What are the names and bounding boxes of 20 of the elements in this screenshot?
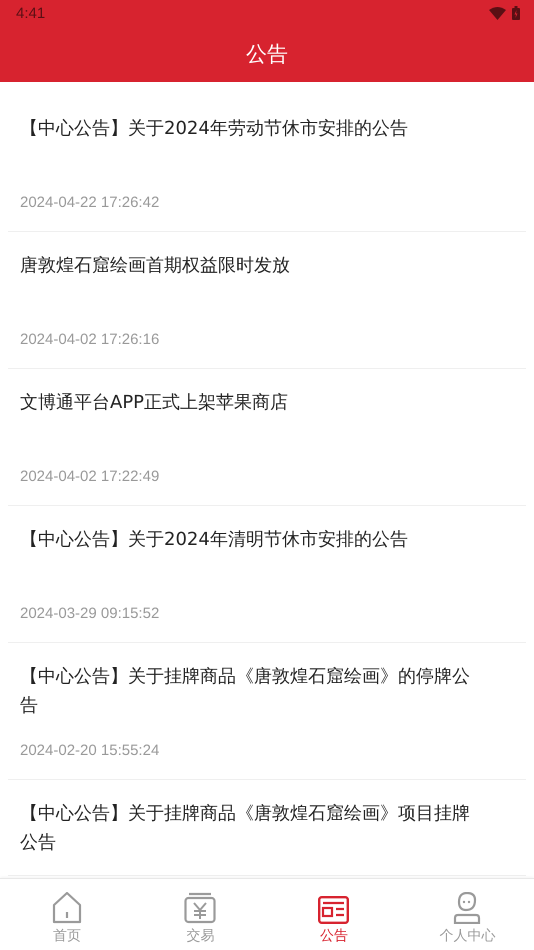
announcement-title[interactable]: 【中心公告】关于挂牌商品《唐敦煌石窟绘画》项目挂牌公告 xyxy=(20,799,480,857)
announcement-title[interactable]: 【中心公告】关于2024年劳动节休市安排的公告 xyxy=(20,114,480,172)
announcement-date: 2024-04-22 17:26:42 xyxy=(20,193,160,213)
wifi-icon xyxy=(489,6,506,20)
announcement-date: 2024-03-29 09:15:52 xyxy=(20,604,160,624)
battery-icon xyxy=(512,6,520,20)
announcement-title[interactable]: 【中心公告】关于挂牌商品《唐敦煌石窟绘画》的停牌公告 xyxy=(20,662,480,720)
home-icon xyxy=(52,892,82,924)
tab-item[interactable]: 公告 xyxy=(267,879,400,950)
announcement-date: 2024-04-02 17:22:49 xyxy=(20,467,160,487)
page-title: 公告 xyxy=(245,41,289,68)
announcement-title[interactable]: 唐敦煌石窟绘画首期权益限时发放 xyxy=(20,251,480,309)
announcement-title[interactable]: 文博通平台APP正式上架苹果商店 xyxy=(20,388,480,446)
announcement-date: 2024-02-20 15:55:24 xyxy=(20,741,160,761)
newspaper-icon xyxy=(318,896,350,924)
yen-card-icon xyxy=(184,892,216,924)
person-icon xyxy=(453,892,482,924)
announcement-date: 2024-04-02 17:26:16 xyxy=(20,330,160,350)
announcement-title[interactable]: 【中心公告】关于2024年清明节休市安排的公告 xyxy=(20,525,480,583)
status-time: 4:41 xyxy=(16,4,46,22)
